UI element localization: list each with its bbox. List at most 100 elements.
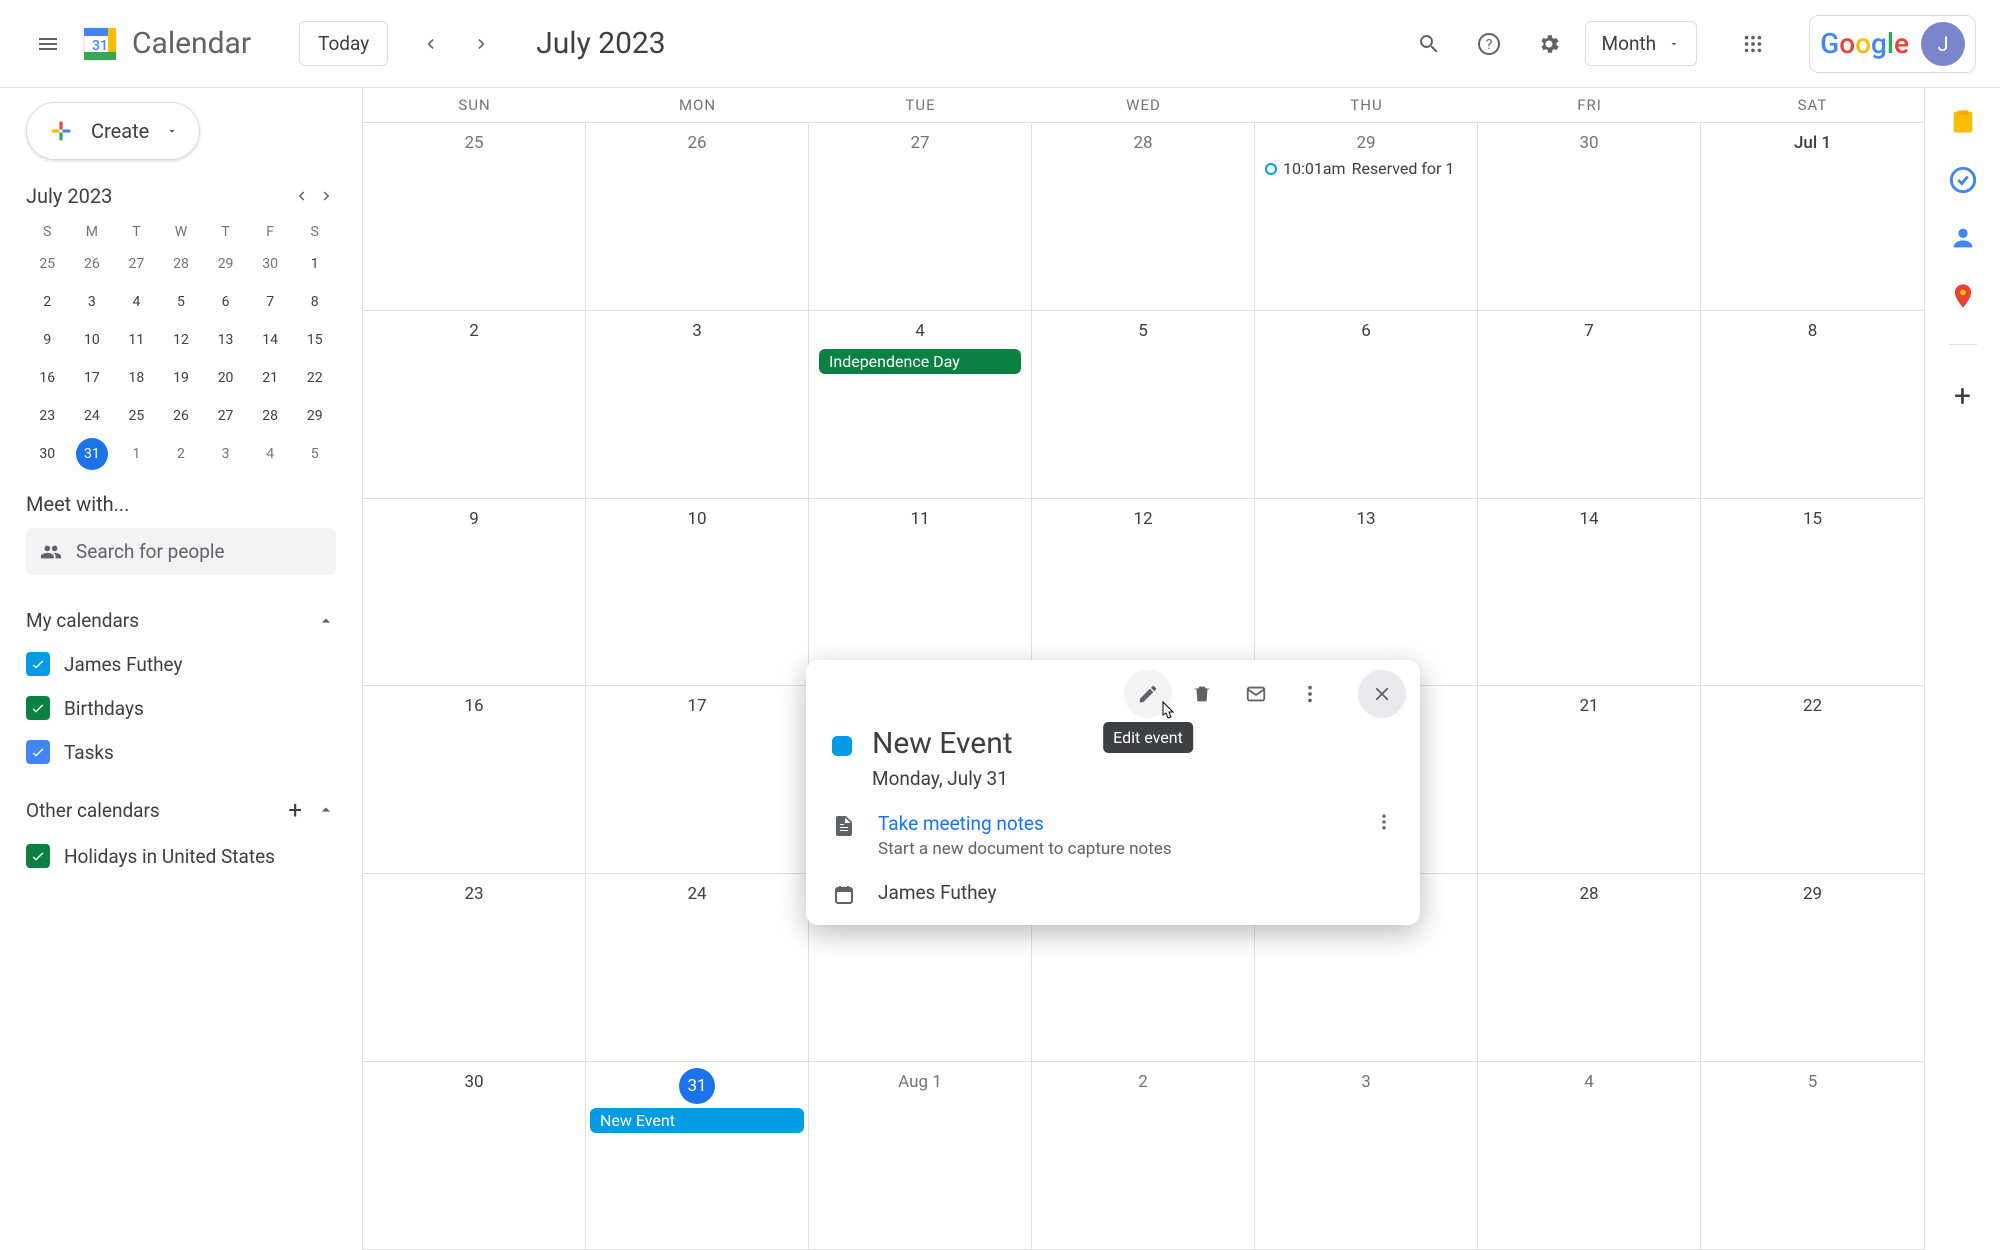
day-cell[interactable]: 5 bbox=[1701, 1062, 1924, 1249]
mini-day[interactable]: 4 bbox=[254, 438, 286, 470]
mini-day[interactable]: 1 bbox=[120, 438, 152, 470]
timed-event[interactable]: 10:01am Reserved for 1 bbox=[1259, 157, 1473, 180]
google-apps-button[interactable] bbox=[1729, 20, 1777, 68]
mini-day[interactable]: 27 bbox=[120, 248, 152, 280]
prev-month-button[interactable] bbox=[408, 22, 452, 66]
day-cell[interactable]: 4Independence Day bbox=[809, 311, 1032, 498]
create-button[interactable]: Create bbox=[26, 102, 200, 160]
mini-day[interactable]: 1 bbox=[299, 248, 331, 280]
mini-day[interactable]: 23 bbox=[31, 400, 63, 432]
view-select[interactable]: Month bbox=[1585, 21, 1698, 66]
mini-next-button[interactable] bbox=[318, 187, 336, 205]
holiday-event[interactable]: Independence Day bbox=[819, 349, 1021, 374]
tasks-icon[interactable] bbox=[1949, 166, 1977, 194]
search-people-input[interactable]: Search for people bbox=[26, 528, 336, 575]
day-cell[interactable]: 17 bbox=[586, 686, 809, 873]
next-month-button[interactable] bbox=[460, 22, 504, 66]
mini-day[interactable]: 21 bbox=[254, 362, 286, 394]
day-cell[interactable]: 25 bbox=[363, 123, 586, 310]
mini-day[interactable]: 31 bbox=[76, 438, 108, 470]
calendar-item[interactable]: Tasks bbox=[26, 730, 336, 774]
day-cell[interactable]: 27 bbox=[809, 123, 1032, 310]
mini-day[interactable]: 8 bbox=[299, 286, 331, 318]
day-cell[interactable]: 3 bbox=[1255, 1062, 1478, 1249]
mini-day[interactable]: 11 bbox=[120, 324, 152, 356]
event-options-button[interactable] bbox=[1286, 670, 1334, 718]
mini-day[interactable]: 30 bbox=[31, 438, 63, 470]
mini-day[interactable]: 28 bbox=[165, 248, 197, 280]
email-guests-button[interactable] bbox=[1232, 670, 1280, 718]
day-cell[interactable]: 6 bbox=[1255, 311, 1478, 498]
day-cell[interactable]: 30 bbox=[363, 1062, 586, 1249]
day-cell[interactable]: 13 bbox=[1255, 499, 1478, 686]
mini-day[interactable]: 29 bbox=[210, 248, 242, 280]
delete-event-button[interactable] bbox=[1178, 670, 1226, 718]
day-cell[interactable]: 8 bbox=[1701, 311, 1924, 498]
day-cell[interactable]: 28 bbox=[1032, 123, 1255, 310]
calendar-item[interactable]: Holidays in United States bbox=[26, 834, 336, 878]
day-cell[interactable]: 4 bbox=[1478, 1062, 1701, 1249]
day-cell[interactable]: 7 bbox=[1478, 311, 1701, 498]
day-cell[interactable]: 29 bbox=[1701, 874, 1924, 1061]
day-cell[interactable]: 24 bbox=[586, 874, 809, 1061]
avatar[interactable]: J bbox=[1921, 22, 1965, 66]
day-cell[interactable]: Aug 1 bbox=[809, 1062, 1032, 1249]
calendar-checkbox[interactable] bbox=[26, 652, 50, 676]
mini-day[interactable]: 13 bbox=[210, 324, 242, 356]
mini-prev-button[interactable] bbox=[292, 187, 310, 205]
day-cell[interactable]: 3 bbox=[586, 311, 809, 498]
calendar-item[interactable]: Birthdays bbox=[26, 686, 336, 730]
main-menu-button[interactable] bbox=[24, 20, 72, 68]
calendar-checkbox[interactable] bbox=[26, 740, 50, 764]
mini-day[interactable]: 25 bbox=[120, 400, 152, 432]
support-button[interactable]: ? bbox=[1465, 20, 1513, 68]
day-cell[interactable]: 23 bbox=[363, 874, 586, 1061]
mini-day[interactable]: 7 bbox=[254, 286, 286, 318]
day-cell[interactable]: 28 bbox=[1478, 874, 1701, 1061]
day-cell[interactable]: 10 bbox=[586, 499, 809, 686]
mini-day[interactable]: 28 bbox=[254, 400, 286, 432]
mini-day[interactable]: 17 bbox=[76, 362, 108, 394]
search-button[interactable] bbox=[1405, 20, 1453, 68]
mini-day[interactable]: 12 bbox=[165, 324, 197, 356]
mini-day[interactable]: 22 bbox=[299, 362, 331, 394]
mini-day[interactable]: 4 bbox=[120, 286, 152, 318]
mini-day[interactable]: 3 bbox=[210, 438, 242, 470]
mini-day[interactable]: 2 bbox=[31, 286, 63, 318]
add-addon-button[interactable]: + bbox=[1954, 379, 1971, 414]
my-calendars-toggle[interactable]: My calendars bbox=[26, 599, 336, 642]
calendar-checkbox[interactable] bbox=[26, 696, 50, 720]
mini-day[interactable]: 14 bbox=[254, 324, 286, 356]
mini-day[interactable]: 26 bbox=[76, 248, 108, 280]
day-cell[interactable]: 14 bbox=[1478, 499, 1701, 686]
mini-day[interactable]: 15 bbox=[299, 324, 331, 356]
mini-day[interactable]: 10 bbox=[76, 324, 108, 356]
mini-day[interactable]: 29 bbox=[299, 400, 331, 432]
google-account-chip[interactable]: Google J bbox=[1809, 15, 1976, 73]
other-calendars-toggle[interactable]: Other calendars + bbox=[26, 786, 336, 834]
add-other-calendar-button[interactable]: + bbox=[288, 796, 302, 824]
day-cell[interactable]: 15 bbox=[1701, 499, 1924, 686]
mini-day[interactable]: 27 bbox=[210, 400, 242, 432]
close-popover-button[interactable] bbox=[1358, 670, 1406, 718]
keep-icon[interactable] bbox=[1949, 108, 1977, 136]
day-cell[interactable]: 22 bbox=[1701, 686, 1924, 873]
calendar-checkbox[interactable] bbox=[26, 844, 50, 868]
today-button[interactable]: Today bbox=[299, 21, 388, 66]
take-notes-link[interactable]: Take meeting notes bbox=[878, 812, 1352, 835]
settings-button[interactable] bbox=[1525, 20, 1573, 68]
mini-day[interactable]: 9 bbox=[31, 324, 63, 356]
calendar-item[interactable]: James Futhey bbox=[26, 642, 336, 686]
day-cell[interactable]: 12 bbox=[1032, 499, 1255, 686]
day-cell[interactable]: 30 bbox=[1478, 123, 1701, 310]
day-cell[interactable]: 5 bbox=[1032, 311, 1255, 498]
contacts-icon[interactable] bbox=[1949, 224, 1977, 252]
mini-day[interactable]: 19 bbox=[165, 362, 197, 394]
mini-day[interactable]: 3 bbox=[76, 286, 108, 318]
edit-event-button[interactable]: Edit event bbox=[1124, 670, 1172, 718]
mini-day[interactable]: 5 bbox=[165, 286, 197, 318]
day-cell[interactable]: 2910:01am Reserved for 1 bbox=[1255, 123, 1478, 310]
day-cell[interactable]: 2 bbox=[1032, 1062, 1255, 1249]
mini-day[interactable]: 26 bbox=[165, 400, 197, 432]
mini-day[interactable]: 16 bbox=[31, 362, 63, 394]
